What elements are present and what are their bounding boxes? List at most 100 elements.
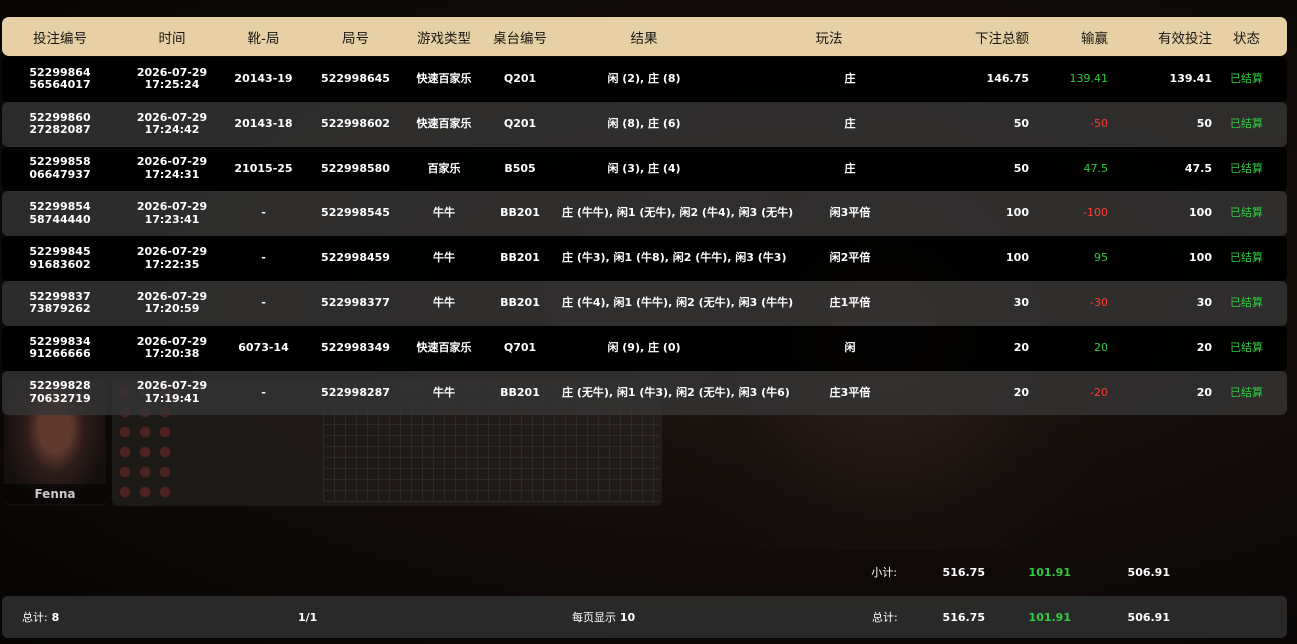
time-date: 2026-07-29 xyxy=(136,200,208,214)
table-row[interactable]: 52299845 91683602 2026-07-29 17:22:35 - … xyxy=(2,236,1287,281)
bet-id-line-2: 56564017 xyxy=(29,78,91,92)
subtotal-win-loss: 101.91 xyxy=(1028,565,1071,579)
bet-id-line-2: 06647937 xyxy=(29,167,91,181)
valid-bet-cell: 20 xyxy=(1196,340,1212,354)
valid-bet-cell: 50 xyxy=(1196,116,1212,130)
result-cell: 闲 (2), 庄 (8) xyxy=(607,72,681,86)
time-cell: 2026-07-29 17:23:41 xyxy=(118,201,226,226)
shoe-round-cell: 6073-14 xyxy=(238,340,289,354)
header-time: 时间 xyxy=(158,30,186,47)
shoe-round-cell: - xyxy=(261,296,266,310)
bet-id-cell: 52299854 58744440 xyxy=(2,201,118,226)
status-cell: 已结算 xyxy=(1230,116,1263,130)
table-no-cell: BB201 xyxy=(500,206,540,220)
bet-id-cell: 52299858 06647937 xyxy=(2,156,118,181)
footer-win-loss: 101.91 xyxy=(1028,610,1071,624)
valid-bet-cell: 139.41 xyxy=(1169,72,1212,86)
game-no-cell: 522998645 xyxy=(321,72,390,86)
result-cell: 庄 (牛3), 闲1 (牛8), 闲2 (牛牛), 闲3 (牛3) xyxy=(562,251,787,265)
status-cell: 已结算 xyxy=(1230,161,1263,175)
bet-id-cell: 52299828 70632719 xyxy=(2,380,118,405)
header-bet-total: 下注总额 xyxy=(975,30,1029,47)
bet-id-line-2: 91683602 xyxy=(29,257,91,271)
result-cell: 闲 (3), 庄 (4) xyxy=(607,161,681,175)
win-loss-cell: 95 xyxy=(1094,251,1108,265)
header-table-no: 桌台编号 xyxy=(493,30,547,47)
per-page-label: 每页显示 xyxy=(572,611,616,624)
result-cell: 庄 (无牛), 闲1 (牛3), 闲2 (无牛), 闲3 (牛6) xyxy=(562,385,790,399)
header-shoe-round: 靴-局 xyxy=(247,30,280,47)
time-clock: 17:23:41 xyxy=(144,212,200,226)
play-cell: 庄3平倍 xyxy=(829,385,871,399)
shoe-round-cell: 20143-18 xyxy=(234,116,293,130)
bet-history-screen: Fenna 投注编号 时间 靴-局 局号 游戏类型 桌台编号 结果 玩法 下注总… xyxy=(0,0,1297,644)
time-cell: 2026-07-29 17:20:38 xyxy=(118,335,226,361)
table-no-cell: B505 xyxy=(504,161,536,175)
subtotal-label: 小计: xyxy=(871,566,897,579)
table-row[interactable]: 52299834 91266666 2026-07-29 17:20:38 60… xyxy=(2,325,1287,371)
bet-id-line-1: 52299845 xyxy=(29,244,91,258)
pagination-footer: 总计: 8 1/1 每页显示 10 总计: 516.75 101.91 506.… xyxy=(2,596,1287,638)
play-cell: 庄 xyxy=(844,72,856,86)
subtotal-row: 小计: 516.75 101.91 506.91 xyxy=(2,560,1287,584)
game-type-cell: 牛牛 xyxy=(433,385,455,399)
time-cell: 2026-07-29 17:24:31 xyxy=(118,156,226,181)
time-clock: 17:22:35 xyxy=(144,257,200,271)
footer-valid-bet: 506.91 xyxy=(1127,610,1170,624)
table-header: 投注编号 时间 靴-局 局号 游戏类型 桌台编号 结果 玩法 下注总额 输赢 有… xyxy=(2,17,1287,56)
bet-id-line-1: 52299854 xyxy=(29,200,91,214)
play-cell: 闲 xyxy=(844,340,856,354)
per-page-selector[interactable]: 每页显示 10 xyxy=(572,609,872,625)
game-no-cell: 522998459 xyxy=(321,251,390,265)
status-cell: 已结算 xyxy=(1230,296,1263,310)
table-no-cell: Q201 xyxy=(503,116,537,130)
bet-total-cell: 146.75 xyxy=(986,72,1029,86)
time-cell: 2026-07-29 17:20:59 xyxy=(118,290,226,316)
bet-total-cell: 100 xyxy=(1006,206,1029,220)
time-cell: 2026-07-29 17:22:35 xyxy=(118,245,226,271)
time-clock: 17:20:59 xyxy=(144,302,200,316)
shoe-round-cell: 21015-25 xyxy=(234,161,293,175)
bet-total-cell: 30 xyxy=(1013,296,1029,310)
time-cell: 2026-07-29 17:24:42 xyxy=(118,111,226,137)
header-result: 结果 xyxy=(630,30,658,47)
time-clock: 17:25:24 xyxy=(144,78,200,92)
bet-total-cell: 20 xyxy=(1013,340,1029,354)
header-win-loss: 输赢 xyxy=(1081,30,1108,47)
footer-bet-total: 516.75 xyxy=(942,610,985,624)
valid-bet-cell: 30 xyxy=(1196,296,1212,310)
time-clock: 17:24:42 xyxy=(144,123,200,137)
play-cell: 闲3平倍 xyxy=(829,206,871,220)
valid-bet-cell: 100 xyxy=(1189,206,1212,220)
game-no-cell: 522998580 xyxy=(321,161,390,175)
game-no-cell: 522998349 xyxy=(321,340,390,354)
time-cell: 2026-07-29 17:19:41 xyxy=(118,380,226,405)
table-row[interactable]: 52299858 06647937 2026-07-29 17:24:31 21… xyxy=(2,146,1287,192)
subtotal-valid-bet: 506.91 xyxy=(1127,565,1170,579)
time-cell: 2026-07-29 17:25:24 xyxy=(118,66,226,92)
background-dealer-name: Fenna xyxy=(4,484,106,504)
table-row[interactable]: 52299837 73879262 2026-07-29 17:20:59 - … xyxy=(2,280,1287,326)
table-no-cell: Q701 xyxy=(503,340,537,354)
valid-bet-cell: 20 xyxy=(1196,385,1212,399)
table-row[interactable]: 52299828 70632719 2026-07-29 17:19:41 - … xyxy=(2,370,1287,416)
table-row[interactable]: 52299864 56564017 2026-07-29 17:25:24 20… xyxy=(2,57,1287,102)
win-loss-cell: 139.41 xyxy=(1069,72,1109,86)
bet-total-cell: 20 xyxy=(1013,385,1029,399)
table-row[interactable]: 52299854 58744440 2026-07-29 17:23:41 - … xyxy=(2,191,1287,237)
bet-id-cell: 52299834 91266666 xyxy=(2,335,118,361)
bet-total-cell: 50 xyxy=(1013,116,1029,130)
table-no-cell: BB201 xyxy=(500,251,540,265)
bet-total-cell: 100 xyxy=(1006,251,1029,265)
win-loss-cell: 20 xyxy=(1094,340,1108,354)
page-indicator[interactable]: 1/1 xyxy=(298,611,572,624)
play-cell: 庄 xyxy=(844,116,856,130)
table-body: 52299864 56564017 2026-07-29 17:25:24 20… xyxy=(2,57,1287,416)
valid-bet-cell: 100 xyxy=(1189,251,1212,265)
game-no-cell: 522998602 xyxy=(321,116,390,130)
table-row[interactable]: 52299860 27282087 2026-07-29 17:24:42 20… xyxy=(2,101,1287,147)
shoe-round-cell: 20143-19 xyxy=(234,72,293,86)
time-clock: 17:20:38 xyxy=(144,347,200,361)
game-type-cell: 牛牛 xyxy=(433,251,455,265)
record-count: 总计: 8 xyxy=(22,609,298,625)
